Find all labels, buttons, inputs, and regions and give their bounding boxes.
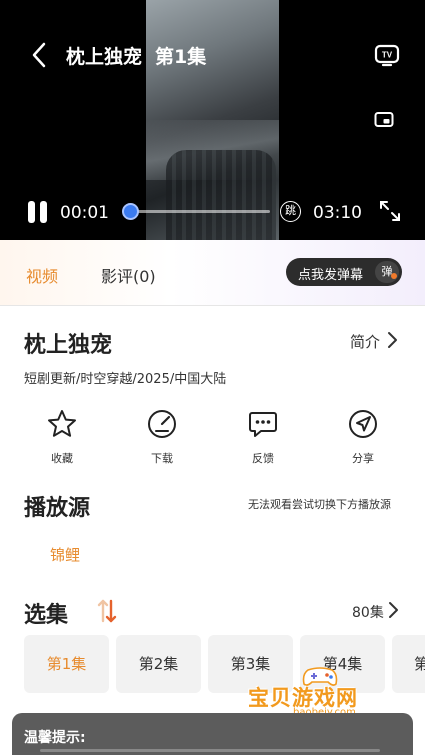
share-icon bbox=[349, 410, 377, 438]
warning-title: 温馨提示: bbox=[24, 730, 86, 746]
detail-tab-bar: 视频 影评(0) 点我发弹幕 弹 bbox=[0, 240, 425, 306]
total-time: 03:10 bbox=[313, 203, 362, 223]
download-label: 下载 bbox=[151, 452, 173, 465]
favorite-label: 收藏 bbox=[51, 452, 73, 465]
picture-in-picture-icon[interactable] bbox=[374, 111, 394, 129]
episodes-section-title: 选集 bbox=[24, 603, 69, 628]
warning-panel: 温馨提示: bbox=[12, 713, 413, 755]
seek-handle[interactable] bbox=[122, 203, 139, 220]
player-title: 枕上独宠 bbox=[66, 46, 143, 68]
danmaku-badge-icon: 弹 bbox=[375, 261, 399, 283]
share-button[interactable]: 分享 bbox=[333, 408, 393, 466]
feedback-button[interactable]: 反馈 bbox=[233, 408, 293, 466]
episode-button-2[interactable]: 第2集 bbox=[116, 635, 201, 693]
download-button[interactable]: 下载 bbox=[132, 408, 192, 466]
send-danmaku-label: 点我发弹幕 bbox=[298, 268, 364, 283]
episode-button-1[interactable]: 第1集 bbox=[24, 635, 109, 693]
share-label: 分享 bbox=[352, 452, 374, 465]
intro-link[interactable]: 简介 bbox=[350, 331, 380, 352]
tv-cast-icon[interactable]: TV bbox=[374, 42, 400, 68]
feedback-icon bbox=[249, 412, 277, 437]
sort-order-icon[interactable] bbox=[96, 598, 118, 624]
back-arrow-icon[interactable] bbox=[28, 40, 52, 70]
drama-title: 枕上独宠 bbox=[24, 333, 113, 358]
site-watermark: 宝贝游戏网 baobeiy.com bbox=[248, 664, 394, 718]
svg-text:TV: TV bbox=[382, 51, 393, 60]
download-icon bbox=[148, 410, 176, 438]
source-option-jinli[interactable]: 锦鲤 bbox=[50, 544, 80, 565]
video-car-grille bbox=[166, 150, 276, 240]
favorite-button[interactable]: 收藏 bbox=[32, 408, 92, 466]
feedback-label: 反馈 bbox=[252, 452, 274, 465]
video-player[interactable]: 枕上独宠 第1集 TV 00:01 跳 03:10 bbox=[0, 0, 425, 240]
episode-count[interactable]: 80集 bbox=[352, 602, 384, 622]
source-section-title: 播放源 bbox=[24, 496, 91, 521]
drama-meta: 短剧更新/时空穿越/2025/中国大陆 bbox=[24, 372, 227, 387]
tab-video[interactable]: 视频 bbox=[26, 263, 58, 287]
tab-review[interactable]: 影评(0) bbox=[101, 263, 156, 287]
danmaku-toggle-icon[interactable]: 跳 bbox=[280, 201, 301, 222]
current-time: 00:01 bbox=[60, 203, 109, 223]
star-icon bbox=[48, 410, 76, 437]
episode-button-5[interactable]: 第 bbox=[392, 635, 425, 693]
pause-icon[interactable] bbox=[26, 200, 50, 224]
video-frame bbox=[146, 0, 279, 240]
fullscreen-icon[interactable] bbox=[378, 199, 402, 223]
warning-text-cropped bbox=[40, 749, 380, 752]
chevron-right-icon[interactable] bbox=[386, 331, 398, 349]
send-danmaku-button[interactable]: 点我发弹幕 弹 bbox=[286, 258, 402, 286]
source-hint: 无法观看尝试切换下方播放源 bbox=[248, 498, 391, 511]
chevron-right-icon[interactable] bbox=[387, 601, 399, 619]
player-episode: 第1集 bbox=[155, 46, 207, 68]
seek-bar[interactable] bbox=[130, 210, 270, 213]
video-detail-page: 枕上独宠 第1集 TV 00:01 跳 03:10 视频 影评(0) 点我发弹幕… bbox=[0, 0, 425, 755]
